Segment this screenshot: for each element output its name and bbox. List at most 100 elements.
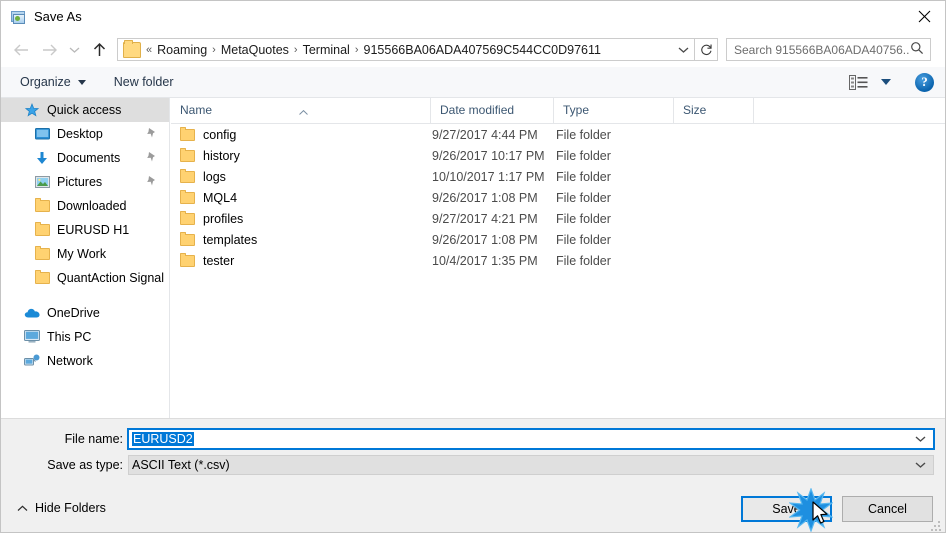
file-date-cell: 9/27/2017 4:21 PM (432, 211, 538, 226)
address-history-chevron-down-icon[interactable] (672, 46, 694, 54)
refresh-icon[interactable] (695, 38, 718, 61)
file-type-cell: File folder (556, 148, 611, 163)
breadcrumb-item-roaming[interactable]: Roaming (153, 41, 211, 59)
sidebar-item-quick-access[interactable]: Quick access (1, 98, 169, 122)
sidebar-item-documents[interactable]: Documents (1, 146, 169, 170)
file-type-cell: File folder (556, 232, 611, 247)
pin-icon[interactable] (146, 175, 157, 190)
dialog-footer: Hide Folders Save Cancel (1, 493, 945, 532)
cancel-button[interactable]: Cancel (842, 496, 933, 522)
sidebar-item-downloaded[interactable]: Downloaded (1, 194, 169, 218)
hide-folders-button[interactable]: Hide Folders (13, 497, 110, 519)
back-icon[interactable] (7, 35, 35, 65)
breadcrumb-overflow[interactable]: « (145, 44, 153, 56)
sidebar-item-label: QuantAction Signal (57, 271, 165, 285)
breadcrumb-item-guid[interactable]: 915566BA06ADA407569C544CC0D97611 (360, 41, 605, 59)
column-header-row: Name Date modified Type Size (171, 98, 945, 124)
recent-locations-chevron-down-icon[interactable] (63, 35, 85, 65)
pin-icon[interactable] (146, 151, 157, 166)
file-type-cell: File folder (556, 127, 611, 142)
forward-icon[interactable] (35, 35, 63, 65)
search-input[interactable]: Search 915566BA06ADA40756... (726, 38, 931, 61)
file-name-cell: history (171, 147, 431, 163)
file-type-cell: File folder (556, 211, 611, 226)
file-type-cell: File folder (556, 169, 611, 184)
desktop-icon (33, 126, 51, 142)
table-row[interactable]: logs 10/10/2017 1:17 PM File folder (171, 166, 945, 187)
column-header-size[interactable]: Size (674, 98, 754, 123)
chevron-down-icon[interactable] (915, 461, 926, 469)
sidebar-item-pictures[interactable]: Pictures (1, 170, 169, 194)
table-row[interactable]: MQL4 9/26/2017 1:08 PM File folder (171, 187, 945, 208)
file-name-input[interactable]: EURUSD2 (127, 428, 935, 450)
sidebar-item-my-work[interactable]: My Work (1, 242, 169, 266)
sidebar-item-quantaction-signal[interactable]: QuantAction Signal (1, 266, 169, 290)
save-form: File name: EURUSD2 Save as type: ASCII T… (1, 418, 945, 493)
folder-icon (123, 39, 141, 58)
resize-grip-icon[interactable] (931, 519, 943, 531)
folder-icon (33, 222, 51, 238)
file-name-cell: tester (171, 252, 431, 268)
up-one-level-icon[interactable] (85, 35, 113, 65)
sidebar-item-this-pc[interactable]: This PC (1, 325, 169, 349)
view-layout-icon[interactable] (845, 72, 872, 93)
toolbar-right-group: ? (845, 72, 934, 93)
pin-icon[interactable] (146, 127, 157, 142)
sidebar-item-label: My Work (57, 247, 107, 261)
folder-icon (33, 270, 51, 286)
sidebar-item-label: Pictures (57, 175, 103, 189)
sidebar-item-label: Desktop (57, 127, 103, 141)
help-icon[interactable]: ? (915, 72, 934, 92)
save-button[interactable]: Save (741, 496, 832, 522)
file-type-cell: File folder (556, 253, 611, 268)
new-folder-button[interactable]: New folder (107, 71, 181, 93)
close-icon[interactable] (901, 1, 945, 32)
file-date-cell: 10/10/2017 1:17 PM (432, 169, 545, 184)
folder-icon (180, 147, 195, 162)
column-header-date-modified[interactable]: Date modified (431, 98, 554, 123)
photo-app-icon (10, 9, 26, 25)
search-icon (910, 41, 924, 58)
sidebar-item-label: Network (47, 354, 93, 368)
file-list-pane: Name Date modified Type Size config 9/27… (171, 98, 945, 418)
breadcrumb-list: « Roaming › MetaQuotes › Terminal › 9155… (141, 41, 672, 59)
file-name-cell: templates (171, 231, 431, 247)
table-row[interactable]: config 9/27/2017 4:44 PM File folder (171, 124, 945, 145)
file-name-value: EURUSD2 (132, 432, 194, 446)
sidebar-item-label: Documents (57, 151, 121, 165)
sidebar-item-onedrive[interactable]: OneDrive (1, 301, 169, 325)
column-header-name[interactable]: Name (171, 98, 431, 123)
file-name-cell: logs (171, 168, 431, 184)
table-row[interactable]: history 9/26/2017 10:17 PM File folder (171, 145, 945, 166)
documents-arrow-icon (33, 150, 51, 166)
sidebar-item-eurusd-h1[interactable]: EURUSD H1 (1, 218, 169, 242)
star-pin-icon (23, 102, 41, 118)
folder-icon (33, 198, 51, 214)
folder-icon (180, 189, 195, 204)
file-name-cell: config (171, 126, 431, 142)
folder-icon (180, 168, 195, 183)
table-row[interactable]: templates 9/26/2017 1:08 PM File folder (171, 229, 945, 250)
sidebar-item-desktop[interactable]: Desktop (1, 122, 169, 146)
organize-button[interactable]: Organize (13, 71, 93, 93)
breadcrumb-item-metaquotes[interactable]: MetaQuotes (217, 41, 293, 59)
sidebar-item-label: EURUSD H1 (57, 223, 130, 237)
save-as-type-label: Save as type: (47, 458, 123, 472)
address-bar: « Roaming › MetaQuotes › Terminal › 9155… (1, 32, 945, 67)
column-header-type[interactable]: Type (554, 98, 674, 123)
folder-icon (180, 126, 195, 141)
sidebar-item-network[interactable]: Network (1, 349, 169, 373)
organize-label: Organize (20, 75, 71, 89)
chevron-down-icon[interactable] (915, 435, 926, 443)
save-as-dialog: Save As « Roaming › MetaQuotes › Termina… (0, 0, 946, 533)
table-row[interactable]: tester 10/4/2017 1:35 PM File folder (171, 250, 945, 271)
sort-ascending-icon (299, 99, 308, 115)
folder-icon (33, 246, 51, 262)
view-chevron-down-icon[interactable] (881, 79, 891, 85)
new-folder-label: New folder (113, 75, 174, 89)
save-as-type-select[interactable]: ASCII Text (*.csv) (128, 455, 934, 475)
table-row[interactable]: profiles 9/27/2017 4:21 PM File folder (171, 208, 945, 229)
breadcrumb-item-terminal[interactable]: Terminal (299, 41, 354, 59)
breadcrumb[interactable]: « Roaming › MetaQuotes › Terminal › 9155… (117, 38, 695, 61)
file-date-cell: 10/4/2017 1:35 PM (432, 253, 538, 268)
